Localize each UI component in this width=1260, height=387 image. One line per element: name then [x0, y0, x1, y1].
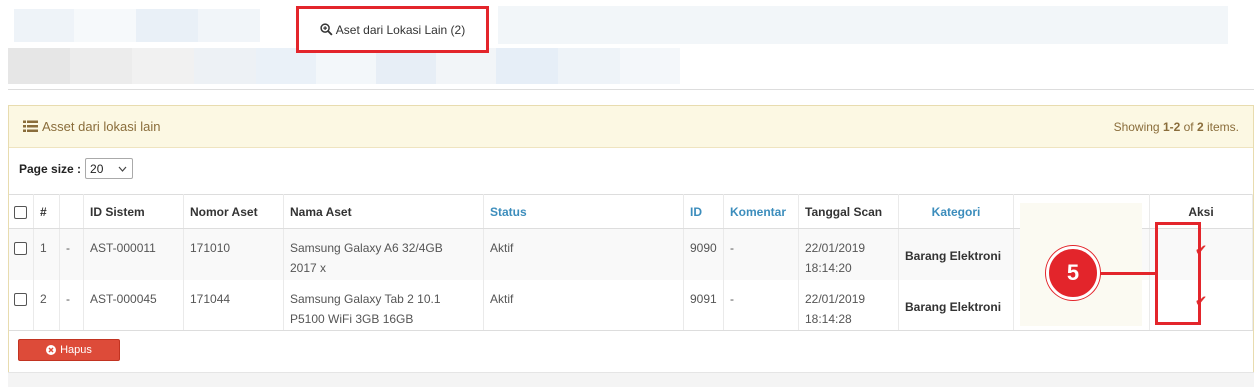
row-checkbox[interactable] — [14, 292, 27, 306]
panel-heading: Asset dari lokasi lain Showing 1-2 of 2 … — [9, 106, 1253, 148]
blurred-tab — [558, 48, 620, 84]
col-id[interactable]: ID — [683, 194, 724, 229]
blurred-tab — [620, 48, 680, 84]
blurred-tab — [198, 9, 260, 42]
blurred-tab — [316, 48, 376, 84]
blurred-tab — [70, 48, 132, 84]
page-size-label: Page size : — [19, 161, 82, 176]
cell-tanggal-scan: 22/01/2019 18:14:20 — [798, 228, 899, 280]
blurred-tab — [256, 48, 316, 84]
tab-aset-dari-lokasi-lain[interactable]: Aset dari Lokasi Lain (2) — [296, 6, 489, 53]
times-circle-icon — [46, 345, 57, 355]
col-id-sistem[interactable]: ID Sistem — [83, 194, 184, 229]
col-kategori[interactable]: Kategori — [898, 194, 1014, 229]
annotation-connector — [1098, 272, 1155, 275]
cell-nomor-aset: 171010 — [183, 228, 284, 280]
hapus-button[interactable]: Hapus — [18, 339, 120, 361]
blurred-tab — [376, 48, 436, 84]
blurred-tab — [194, 48, 256, 84]
cell-kategori: Barang Elektroni — [898, 228, 1014, 280]
annotation-highlight-box — [1155, 222, 1201, 325]
row-number: 2 — [33, 279, 60, 331]
zoom-in-icon — [320, 23, 333, 36]
col-no: # — [33, 194, 60, 229]
col-nomor-aset[interactable]: Nomor Aset — [183, 194, 284, 229]
blurred-tab — [74, 9, 136, 42]
cell-id: 9090 — [683, 228, 724, 280]
row-number: 1 — [33, 228, 60, 280]
divider — [8, 89, 1254, 90]
col-nama-aset[interactable]: Nama Aset — [283, 194, 484, 229]
cell-nama-aset: Samsung Galaxy A6 32/4GB 2017 x — [283, 228, 484, 280]
page-size-select[interactable]: 20 — [85, 158, 134, 179]
cell-status: Aktif — [483, 279, 684, 331]
row-dash: - — [59, 279, 84, 331]
panel-title-text: Asset dari lokasi lain — [42, 119, 161, 134]
blurred-tab — [496, 48, 558, 84]
list-icon — [23, 120, 38, 132]
blurred-tab — [132, 48, 194, 84]
cell-komentar: - — [723, 228, 799, 280]
cell-id-sistem: AST-000045 — [83, 279, 184, 331]
cell-status: Aktif — [483, 228, 684, 280]
blurred-tab — [436, 48, 496, 84]
cell-nama-aset: Samsung Galaxy Tab 2 10.1 P5100 WiFi 3GB … — [283, 279, 484, 331]
col-tanggal-scan[interactable]: Tanggal Scan — [798, 194, 899, 229]
cell-kategori: Barang Elektroni — [898, 279, 1014, 331]
cell-id: 9091 — [683, 279, 724, 331]
panel-footer — [8, 372, 1254, 387]
chevron-down-icon — [118, 166, 127, 172]
hapus-label: Hapus — [60, 344, 92, 356]
cell-id-sistem: AST-000011 — [83, 228, 184, 280]
blurred-tab — [136, 9, 198, 42]
cell-nomor-aset: 171044 — [183, 279, 284, 331]
blurred-tab — [14, 9, 74, 42]
page-size-control: Page size : 20 — [19, 158, 134, 179]
col-komentar[interactable]: Komentar — [723, 194, 799, 229]
select-all-checkbox[interactable] — [14, 205, 27, 219]
blurred-tab — [498, 6, 1228, 44]
tab-label: Aset dari Lokasi Lain (2) — [335, 22, 466, 37]
panel-title: Asset dari lokasi lain — [23, 119, 161, 134]
blurred-tab — [8, 48, 70, 84]
row-dash: - — [59, 228, 84, 280]
annotation-step-badge: 5 — [1046, 246, 1100, 300]
col-blank — [59, 194, 84, 229]
items-summary: Showing 1-2 of 2 items. — [1113, 119, 1239, 134]
col-status[interactable]: Status — [483, 194, 684, 229]
cell-tanggal-scan: 22/01/2019 18:14:28 — [798, 279, 899, 331]
row-checkbox[interactable] — [14, 242, 27, 256]
cell-komentar: - — [723, 279, 799, 331]
